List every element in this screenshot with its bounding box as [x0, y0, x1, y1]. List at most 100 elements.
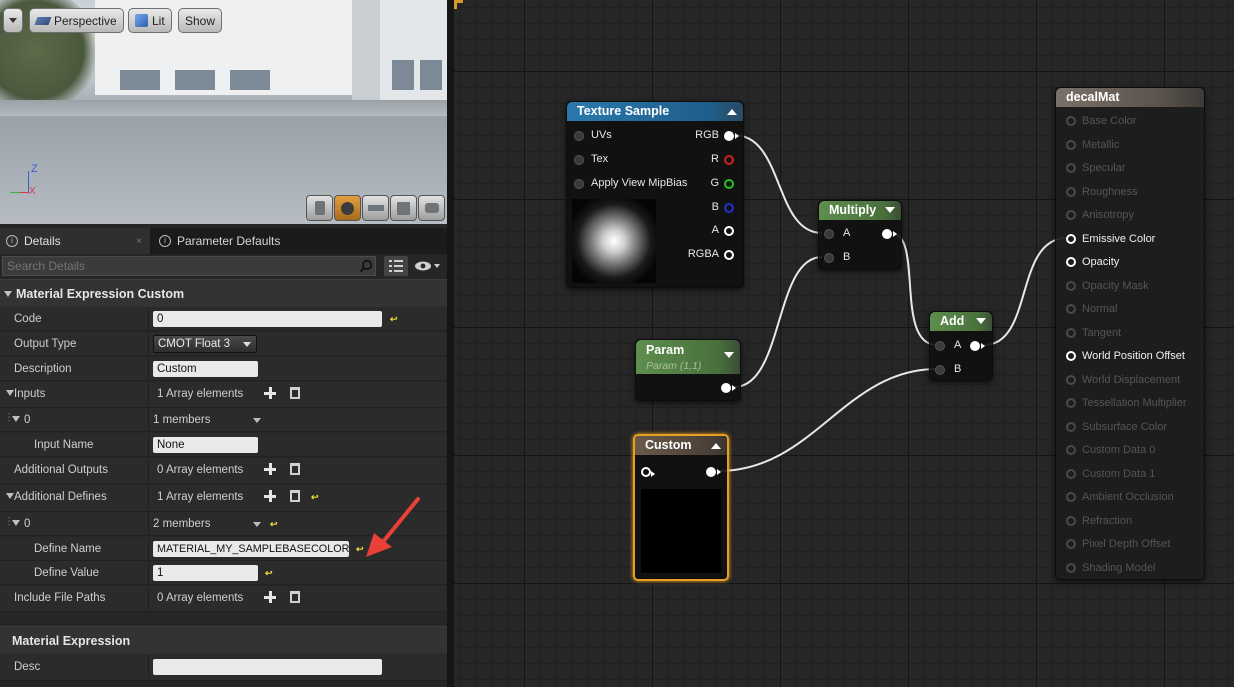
tab-details[interactable]: i Details ×	[0, 228, 150, 254]
decal-pin-icon[interactable]	[1066, 327, 1076, 338]
pin-r-icon[interactable]	[724, 155, 734, 165]
trash-icon[interactable]	[290, 490, 300, 502]
grid-view-icon[interactable]	[384, 256, 408, 276]
pin-tex-icon[interactable]	[574, 155, 584, 165]
property-label: Additional Defines	[14, 491, 107, 503]
pin-a-input-icon[interactable]	[935, 341, 945, 351]
node-texture-sample[interactable]: Texture Sample UVs Tex Apply View MipBia…	[566, 101, 744, 288]
close-tab-icon[interactable]: ×	[136, 236, 142, 247]
pin-input-icon[interactable]	[641, 467, 651, 477]
reset-arrow-icon[interactable]: ↩	[270, 519, 278, 530]
preview-cube-button[interactable]	[390, 195, 417, 221]
pin-b-input-icon[interactable]	[935, 365, 945, 375]
preview-viewport[interactable]: Perspective Lit Show Z X	[0, 0, 447, 224]
expand-arrow-icon[interactable]	[12, 416, 20, 422]
tab-parameter-defaults[interactable]: i Parameter Defaults	[153, 228, 300, 254]
decal-pin-icon[interactable]	[1066, 233, 1076, 244]
decal-pin-icon[interactable]	[1066, 445, 1076, 455]
pin-a-input-icon[interactable]	[824, 229, 834, 239]
pin-uvs-icon[interactable]	[574, 131, 584, 141]
preview-plane-button[interactable]	[362, 195, 389, 221]
expand-arrow-icon[interactable]	[6, 493, 14, 499]
decal-pin-icon[interactable]	[1066, 562, 1076, 573]
perspective-button[interactable]: Perspective	[29, 8, 124, 33]
collapse-arrow-icon[interactable]	[724, 352, 734, 358]
pin-g-icon[interactable]	[724, 179, 734, 189]
expand-arrow-icon[interactable]	[6, 390, 14, 396]
node-decal-mat[interactable]: decalMat Base Color Metallic Specular Rough…	[1055, 87, 1205, 580]
collapse-arrow-icon[interactable]	[885, 207, 895, 213]
pin-rgba-icon[interactable]	[724, 250, 734, 260]
show-button[interactable]: Show	[178, 8, 223, 33]
code-field[interactable]: 0	[153, 311, 382, 327]
preview-mesh-button[interactable]	[418, 195, 445, 221]
decal-pin-icon[interactable]	[1066, 186, 1076, 197]
collapse-arrow-icon[interactable]	[727, 109, 737, 115]
reset-arrow-icon[interactable]: ↩	[311, 492, 319, 503]
trash-icon[interactable]	[290, 591, 300, 603]
decal-pin-icon[interactable]	[1066, 280, 1076, 291]
pin-output-icon[interactable]	[706, 467, 716, 477]
pin-mipbias-icon[interactable]	[574, 179, 584, 189]
property-row-inputs-0: ⋮ 0 1 members	[0, 408, 447, 432]
decal-pin-icon[interactable]	[1066, 257, 1076, 267]
pin-uvs-label: UVs	[591, 129, 612, 141]
material-graph-canvas[interactable]: Texture Sample UVs Tex Apply View MipBia…	[454, 0, 1234, 687]
expand-arrow-icon[interactable]	[12, 520, 20, 526]
lit-button[interactable]: Lit	[128, 8, 172, 33]
decal-pin-icon[interactable]	[1066, 351, 1076, 361]
reset-arrow-icon[interactable]: ↩	[390, 314, 398, 325]
add-icon[interactable]	[264, 490, 276, 502]
eye-icon[interactable]	[412, 256, 444, 276]
trash-icon[interactable]	[290, 387, 300, 399]
add-icon[interactable]	[264, 387, 276, 399]
decal-pin-icon[interactable]	[1066, 116, 1076, 126]
decal-pin-icon[interactable]	[1066, 492, 1076, 502]
preview-sphere-button[interactable]	[334, 195, 361, 221]
pin-output-icon[interactable]	[970, 341, 980, 351]
decal-pin-icon[interactable]	[1066, 163, 1076, 173]
category-material-expression[interactable]: Material Expression	[0, 626, 447, 654]
add-icon[interactable]	[264, 591, 276, 603]
input-name-field[interactable]: None	[153, 437, 258, 453]
decal-pin-icon[interactable]	[1066, 139, 1076, 150]
trash-icon[interactable]	[290, 463, 300, 475]
decal-pin-icon[interactable]	[1066, 210, 1076, 220]
panel-splitter[interactable]	[447, 0, 454, 687]
decal-pin-icon[interactable]	[1066, 539, 1076, 549]
node-custom[interactable]: Custom	[633, 434, 729, 581]
add-icon[interactable]	[264, 463, 276, 475]
chevron-down-icon[interactable]	[253, 522, 261, 527]
decal-pin-icon[interactable]	[1066, 421, 1076, 432]
search-icon[interactable]	[357, 256, 375, 276]
decal-pin-icon[interactable]	[1066, 468, 1076, 479]
decal-pin-icon[interactable]	[1066, 374, 1076, 385]
collapse-arrow-icon[interactable]	[976, 318, 986, 324]
pin-output-icon[interactable]	[721, 383, 731, 393]
decal-pin-label: Tessellation Multiplier	[1082, 397, 1187, 409]
output-type-dropdown[interactable]: CMOT Float 3	[153, 335, 257, 353]
pin-output-icon[interactable]	[882, 229, 892, 239]
node-multiply[interactable]: Multiply A B	[818, 200, 902, 270]
collapse-arrow-icon[interactable]	[711, 443, 721, 449]
pin-rgb-icon[interactable]	[724, 131, 734, 141]
category-material-expression-custom[interactable]: Material Expression Custom	[0, 279, 447, 307]
node-param[interactable]: Param Param (1,1)	[635, 339, 741, 401]
pin-a-icon[interactable]	[724, 226, 734, 236]
description-field[interactable]: Custom	[153, 361, 258, 377]
search-details-input[interactable]	[2, 256, 376, 276]
pin-b-icon[interactable]	[724, 203, 734, 213]
viewport-menu-button[interactable]	[3, 8, 23, 33]
reset-arrow-icon[interactable]: ↩	[265, 568, 273, 579]
preview-cylinder-button[interactable]	[306, 195, 333, 221]
decal-pin-icon[interactable]	[1066, 515, 1076, 526]
define-value-field[interactable]: 1	[153, 565, 258, 581]
desc-field[interactable]	[153, 659, 382, 675]
pin-arrow-icon	[981, 343, 985, 349]
pin-b-input-icon[interactable]	[824, 253, 834, 263]
node-add[interactable]: Add A B	[929, 311, 993, 381]
decal-pin-icon[interactable]	[1066, 304, 1076, 314]
decal-pin-icon[interactable]	[1066, 398, 1076, 408]
define-name-field[interactable]: MATERIAL_MY_SAMPLEBASECOLOR	[153, 541, 349, 557]
chevron-down-icon[interactable]	[253, 418, 261, 423]
